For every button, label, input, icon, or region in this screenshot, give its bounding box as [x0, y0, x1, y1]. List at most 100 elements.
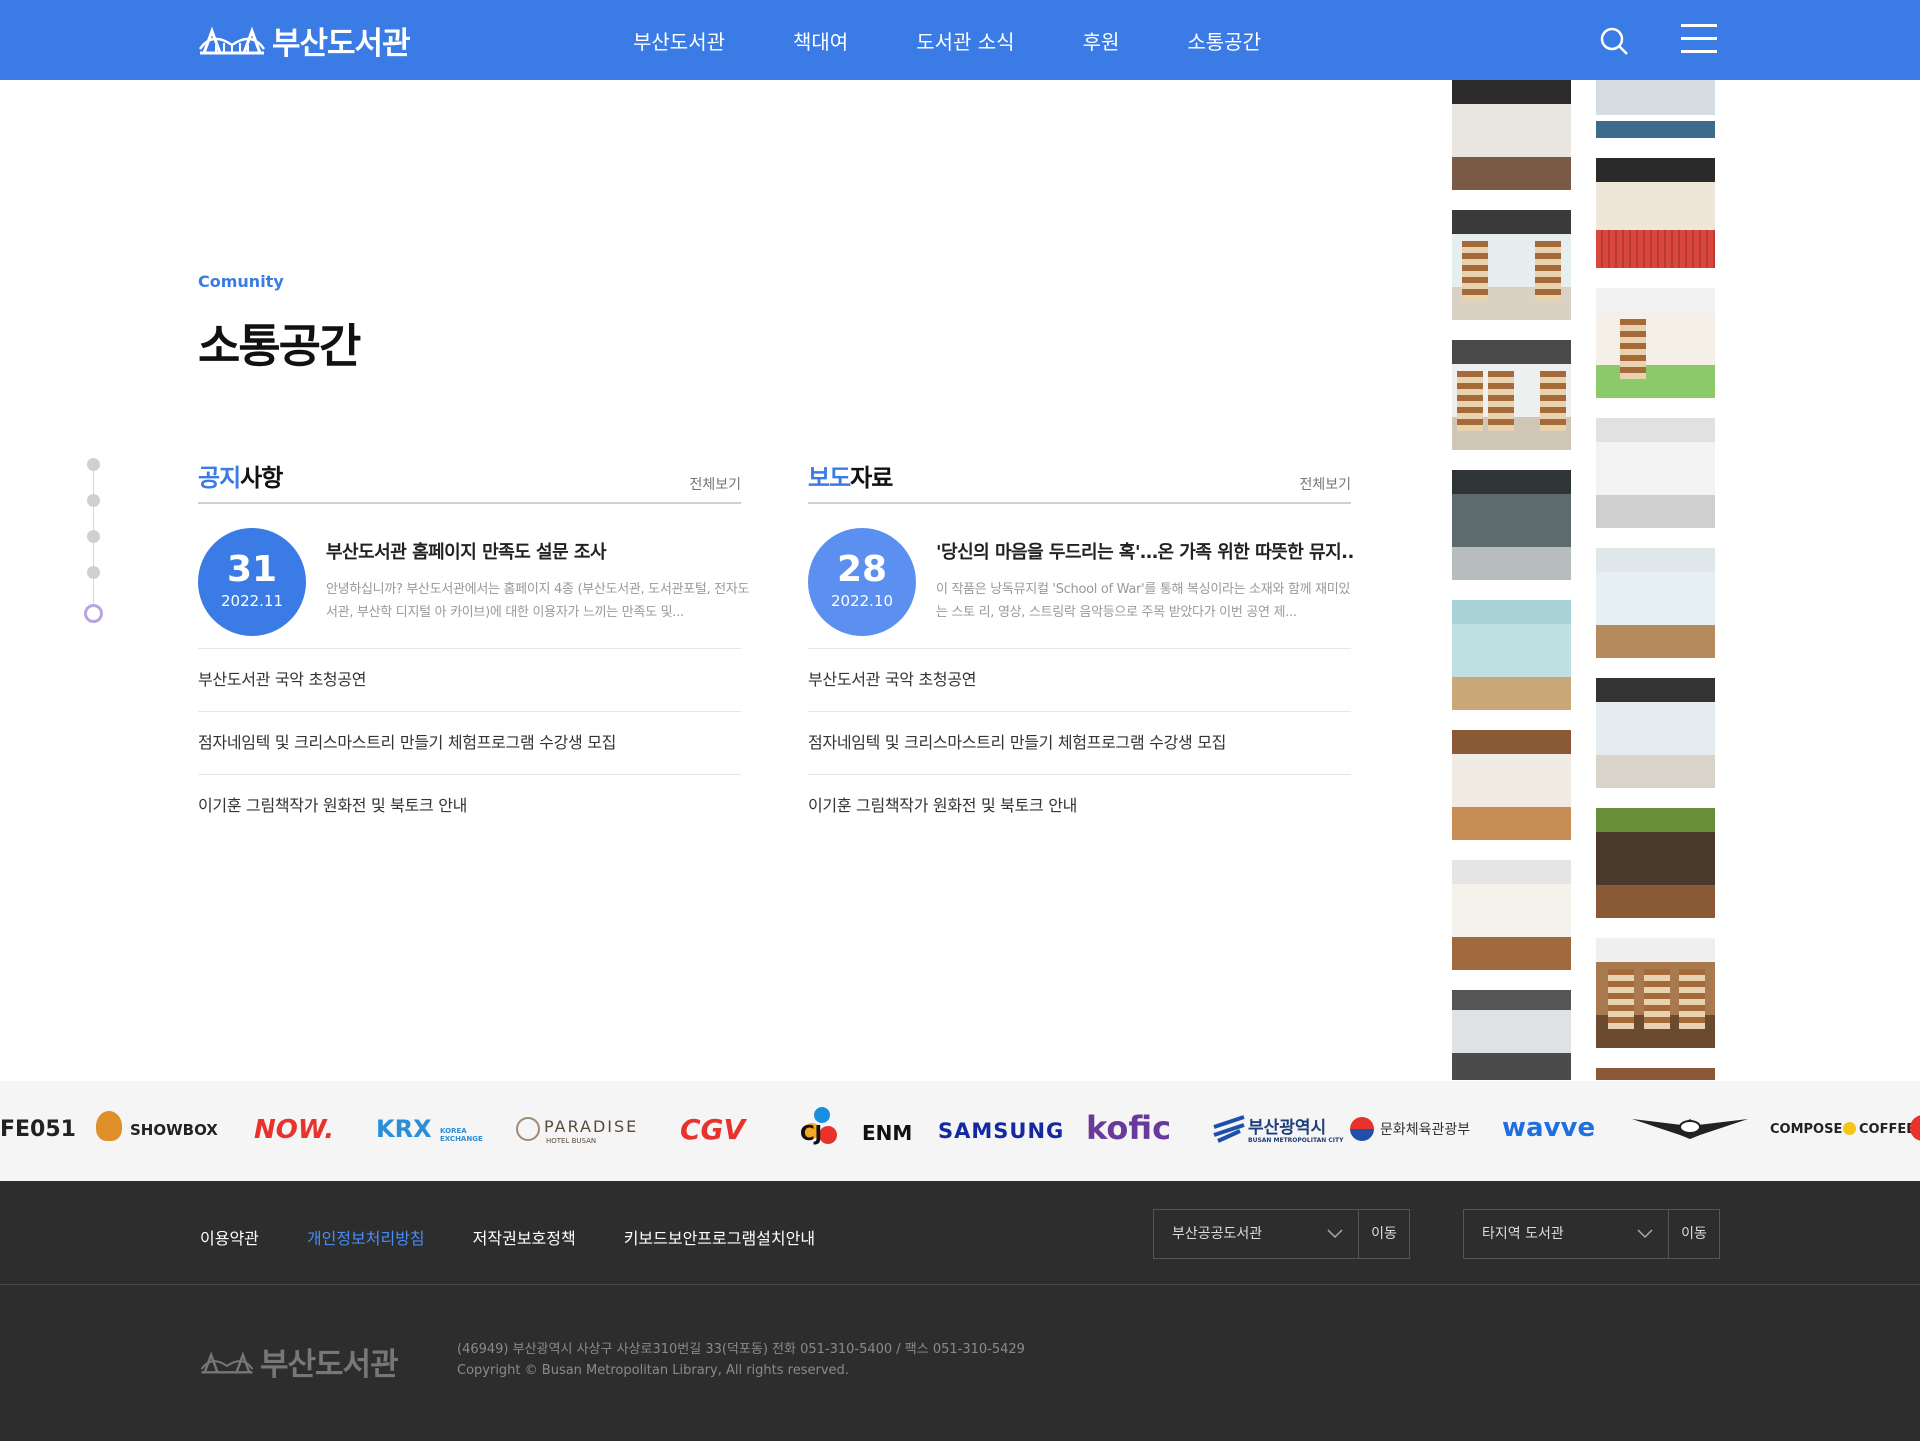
partner-logo-showbox[interactable]: SHOWBOX [130, 1121, 218, 1139]
gallery-photo-pc-room [1596, 548, 1715, 658]
press-board-header: 보도자료 전체보기 [808, 458, 1351, 504]
other-library-go-button[interactable]: 이동 [1669, 1209, 1720, 1259]
taegeuk-icon [1350, 1117, 1374, 1141]
gallery-photo-study-desks [1452, 730, 1571, 840]
press-title-rest: 자료 [850, 464, 893, 492]
footer-copyright: Copyright © Busan Metropolitan Library, … [457, 1363, 849, 1378]
partner-logo-samsung[interactable]: SAMSUNG [938, 1119, 1064, 1143]
partner-logo-coffee: COFFEE [1859, 1122, 1916, 1137]
partner-logo-mcst[interactable]: 문화체육관광부 [1380, 1119, 1470, 1139]
notice-date-year-month: 2022.11 [220, 592, 284, 610]
notice-board-header: 공지사항 전체보기 [198, 458, 741, 504]
press-featured-title[interactable]: '당신의 마음을 두드리는 혹'…온 가족 위한 따뜻한 뮤지.. [936, 538, 1361, 564]
press-list-item[interactable]: 점자네임텍 및 크리스마스트리 만들기 체험프로그램 수강생 모집 [808, 712, 1351, 775]
footer-links-bar: 이용약관 개인정보처리방침 저작권보호정책 키보드보안프로그램설치안내 부산공공… [0, 1181, 1920, 1285]
pager-dot-2[interactable] [87, 494, 100, 507]
logo-text: 부산도서관 [272, 25, 411, 62]
press-view-all-link[interactable]: 전체보기 [1299, 474, 1351, 494]
gallery-photo-partitioned-desks [1596, 678, 1715, 788]
gallery-photo-computer-area [1452, 860, 1571, 970]
notice-board-title: 공지사항 [198, 458, 741, 493]
partner-logo-cgv[interactable]: CGV [680, 1113, 745, 1146]
notice-featured-title[interactable]: 부산도서관 홈페이지 만족도 설문 조사 [326, 538, 751, 564]
footer-link-keyboard-security[interactable]: 키보드보안프로그램설치안내 [624, 1225, 815, 1249]
other-library-select-value: 타지역 도서관 [1482, 1226, 1564, 1242]
public-library-select-group: 부산공공도서관 이동 [1153, 1209, 1410, 1259]
notice-list-item[interactable]: 점자네임텍 및 크리스마스트리 만들기 체험프로그램 수강생 모집 [198, 712, 741, 775]
press-title-accent: 보도 [808, 464, 851, 492]
press-date-year-month: 2022.10 [830, 592, 894, 610]
compose-dot-icon [1843, 1122, 1856, 1135]
partner-logo-paradise-sub: HOTEL BUSAN [546, 1137, 597, 1145]
notice-featured-summary: 안녕하십니까? 부산도서관에서는 홈페이지 4종 (부산도서관, 도서관포털, … [326, 582, 750, 620]
footer-link-terms[interactable]: 이용약관 [200, 1225, 259, 1249]
search-button[interactable] [1599, 26, 1629, 56]
partner-logo-wavve[interactable]: wavve [1502, 1113, 1595, 1143]
pager-dot-1[interactable] [87, 458, 100, 471]
press-featured-post[interactable]: 28 2022.10 '당신의 마음을 두드리는 혹'…온 가족 위한 따뜻한 … [808, 504, 1354, 649]
pager-dot-3[interactable] [87, 530, 100, 543]
partner-logo-now[interactable]: NOW. [254, 1115, 334, 1145]
section-pager [84, 458, 103, 628]
notice-list-item[interactable]: 부산도서관 국악 초청공연 [198, 649, 741, 712]
partner-logo-partial-icon [1910, 1115, 1920, 1141]
footer-info: 부산도서관 (46949) 부산광역시 사상구 사상로310번길 33(덕포동)… [0, 1285, 1920, 1441]
search-icon [1600, 27, 1628, 55]
bridge-logo-icon [198, 26, 266, 55]
gallery-photo-auditorium [1452, 80, 1571, 190]
footer-address: (46949) 부산광역시 사상구 사상로310번길 33(덕포동) 전화 05… [457, 1342, 1025, 1357]
partner-logo-paradise[interactable]: PARADISE [544, 1117, 638, 1136]
notice-title-accent: 공지 [198, 464, 241, 492]
partner-logo-compose[interactable]: COMPOSE [1770, 1122, 1842, 1137]
press-list-item[interactable]: 부산도서관 국악 초청공연 [808, 649, 1351, 712]
footer-links: 이용약관 개인정보처리방침 저작권보호정책 키보드보안프로그램설치안내 [200, 1225, 863, 1249]
partner-logo-cj[interactable]: CJ [800, 1121, 822, 1145]
nav-item-community[interactable]: 소통공간 [1187, 26, 1261, 55]
showbox-icon [96, 1111, 122, 1141]
press-board: 보도자료 전체보기 28 2022.10 '당신의 마음을 두드리는 혹'…온 … [808, 458, 1354, 838]
gallery-photo-book-display [1596, 808, 1715, 918]
footer-logo-text: 부산도서관 [260, 1347, 399, 1383]
gallery-photo-glass-hall [1452, 470, 1571, 580]
public-library-select-value: 부산공공도서관 [1172, 1226, 1263, 1242]
gallery-photo-corridor [1452, 990, 1571, 1080]
gallery-photo-kids-library [1596, 288, 1715, 398]
busan-city-icon [1212, 1113, 1246, 1143]
gallery-photo-white-room [1596, 418, 1715, 528]
notice-view-all-link[interactable]: 전체보기 [689, 474, 741, 494]
footer-address-block: (46949) 부산광역시 사상구 사상로310번길 33(덕포동) 전화 05… [457, 1339, 1025, 1381]
site-logo[interactable]: 부산도서관 [198, 20, 411, 62]
notice-featured-post[interactable]: 31 2022.11 부산도서관 홈페이지 만족도 설문 조사 안녕하십니까? … [198, 504, 749, 649]
bridge-logo-icon [200, 1350, 254, 1374]
genesis-icon[interactable] [1630, 1111, 1750, 1145]
gallery-photo-partial [1596, 1068, 1715, 1080]
partner-logo-busan-city[interactable]: 부산광역시 [1248, 1113, 1326, 1138]
main-nav: 부산도서관 책대여 도서관 소식 후원 소통공간 [633, 26, 1261, 55]
partner-logo-fe051[interactable]: FE051 [0, 1117, 76, 1142]
pager-dot-5-active[interactable] [84, 604, 103, 623]
gallery-photo-lecture-room [1596, 80, 1715, 138]
press-list-item[interactable]: 이기훈 그림책작가 원화전 및 북토크 안내 [808, 775, 1351, 838]
paradise-icon [516, 1117, 540, 1141]
nav-item-book-loan[interactable]: 책대여 [793, 26, 848, 55]
other-library-select[interactable]: 타지역 도서관 [1463, 1209, 1669, 1259]
notice-date-badge: 31 2022.11 [198, 528, 306, 636]
hamburger-menu-icon[interactable] [1681, 24, 1717, 56]
section-title: 소통공간 [198, 319, 361, 373]
partner-logo-busan-city-sub: BUSAN METROPOLITAN CITY [1248, 1137, 1344, 1144]
nav-item-sponsorship[interactable]: 후원 [1083, 26, 1120, 55]
footer-link-copyright[interactable]: 저작권보호정책 [473, 1225, 576, 1249]
footer-link-privacy[interactable]: 개인정보처리방침 [307, 1225, 425, 1249]
nav-item-busan-library[interactable]: 부산도서관 [633, 26, 725, 55]
public-library-go-button[interactable]: 이동 [1359, 1209, 1410, 1259]
partner-logo-kofic[interactable]: kofic [1086, 1109, 1171, 1147]
partner-logo-krx-sub: KOREA EXCHANGE [440, 1127, 483, 1143]
site-header: 부산도서관 부산도서관 책대여 도서관 소식 후원 소통공간 [0, 0, 1920, 80]
public-library-select[interactable]: 부산공공도서관 [1153, 1209, 1359, 1259]
notice-list-item[interactable]: 이기훈 그림책작가 원화전 및 북토크 안내 [198, 775, 741, 838]
page: 부산도서관 부산도서관 책대여 도서관 소식 후원 소통공간 Comunity … [0, 0, 1920, 1441]
partner-logo-krx[interactable]: KRX [376, 1115, 432, 1143]
nav-item-library-news[interactable]: 도서관 소식 [916, 26, 1014, 55]
chevron-down-icon [1327, 1229, 1343, 1239]
pager-dot-4[interactable] [87, 566, 100, 579]
